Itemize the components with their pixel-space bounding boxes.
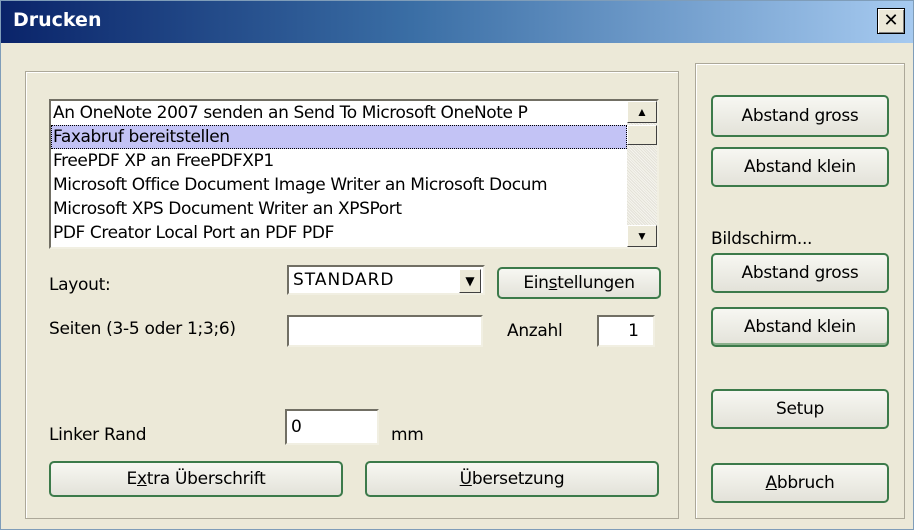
scroll-thumb[interactable] <box>627 125 657 145</box>
margin-unit: mm <box>391 425 424 445</box>
title-bar: Drucken ✕ <box>1 1 913 43</box>
screen-label: Bildschirm... <box>711 229 813 249</box>
printer-list-item[interactable]: FreePDF XP an FreePDFXP1 <box>51 149 627 173</box>
screen-gap-small-button[interactable]: Abstand klein <box>711 307 889 347</box>
margin-label: Linker Rand <box>49 425 147 445</box>
printer-list[interactable]: An OneNote 2007 senden an Send To Micros… <box>49 99 659 249</box>
dialog-title: Drucken <box>13 9 102 31</box>
print-gap-large-button[interactable]: Abstand gross <box>711 95 889 137</box>
count-input[interactable]: 1 <box>597 315 655 347</box>
cancel-button[interactable]: Abbruch <box>711 463 889 503</box>
printer-list-items: An OneNote 2007 senden an Send To Micros… <box>51 101 627 245</box>
pages-label: Seiten (3-5 oder 1;3;6) <box>49 319 236 339</box>
layout-label: Layout: <box>49 275 111 295</box>
scroll-down-icon[interactable]: ▼ <box>627 225 657 247</box>
count-label: Anzahl <box>507 321 563 341</box>
printer-list-scrollbar[interactable]: ▲ ▼ <box>627 101 657 247</box>
layout-select-value: STANDARD <box>293 270 395 290</box>
setup-button[interactable]: Setup <box>711 389 889 429</box>
settings-button[interactable]: Einstellungen <box>497 267 661 299</box>
screen-gap-large-button[interactable]: Abstand gross <box>711 253 889 293</box>
layout-select[interactable]: STANDARD ▼ <box>287 265 485 295</box>
scroll-up-icon[interactable]: ▲ <box>627 101 657 123</box>
translation-button[interactable]: Übersetzung <box>365 461 659 497</box>
printer-list-item[interactable]: An OneNote 2007 senden an Send To Micros… <box>51 101 627 125</box>
print-dialog: Drucken ✕ An OneNote 2007 senden an Send… <box>0 0 914 530</box>
chevron-down-icon[interactable]: ▼ <box>459 269 481 293</box>
pages-input[interactable] <box>287 315 483 347</box>
printer-list-item[interactable]: Microsoft Office Document Image Writer a… <box>51 173 627 197</box>
print-gap-small-button[interactable]: Abstand klein <box>711 147 889 187</box>
printer-list-item[interactable]: Microsoft XPS Document Writer an XPSPort <box>51 197 627 221</box>
margin-input[interactable]: 0 <box>285 409 379 445</box>
close-button[interactable]: ✕ <box>877 8 905 34</box>
extra-heading-button[interactable]: Extra Überschrift <box>49 461 343 497</box>
printer-list-item[interactable]: Faxabruf bereitstellen <box>51 125 627 149</box>
printer-list-item[interactable]: PDF Creator Local Port an PDF PDF <box>51 221 627 245</box>
